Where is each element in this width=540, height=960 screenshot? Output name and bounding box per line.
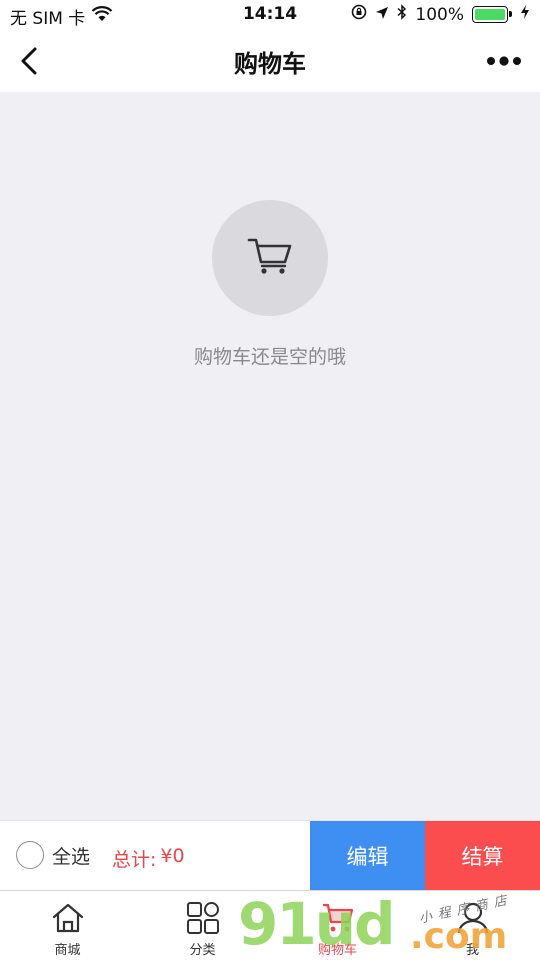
total-price: 总计: ¥0 xyxy=(112,845,185,872)
edit-button[interactable]: 编辑 xyxy=(310,821,425,891)
cart-icon xyxy=(321,901,355,935)
battery-text: 100% xyxy=(415,4,464,25)
select-all-radio[interactable] xyxy=(16,841,44,869)
select-all-label: 全选 xyxy=(52,845,91,868)
tab-bar: 商城 分类 购物车 我 xyxy=(0,890,540,960)
total-value: ¥0 xyxy=(160,845,185,867)
empty-cart-illustration xyxy=(212,200,328,316)
cart-icon xyxy=(247,236,293,280)
tab-label: 我 xyxy=(465,943,479,958)
select-all-toggle[interactable]: 全选 xyxy=(16,841,90,869)
battery-icon xyxy=(472,6,512,23)
status-right: 100% xyxy=(351,4,530,25)
cart-content: 购物车还是空的哦 xyxy=(0,92,540,820)
tab-mall[interactable]: 商城 xyxy=(0,891,135,960)
empty-cart-message: 购物车还是空的哦 xyxy=(193,346,346,368)
total-label: 总计: xyxy=(112,849,157,871)
tab-me[interactable]: 我 xyxy=(405,891,540,960)
bluetooth-icon xyxy=(397,4,407,25)
page-title: 购物车 xyxy=(234,50,306,78)
tab-label: 购物车 xyxy=(317,943,357,958)
home-icon xyxy=(51,901,85,935)
tab-label: 商城 xyxy=(54,943,81,958)
more-dots-icon[interactable] xyxy=(484,48,524,74)
charging-icon xyxy=(520,4,530,25)
checkout-button[interactable]: 结算 xyxy=(425,821,540,891)
cart-action-bar: 全选 总计: ¥0 编辑 结算 xyxy=(0,820,540,891)
category-grid-icon xyxy=(186,901,220,935)
tab-cart[interactable]: 购物车 xyxy=(270,891,405,960)
nav-bar: 购物车 xyxy=(0,30,540,92)
tab-category[interactable]: 分类 xyxy=(135,891,270,960)
status-bar: 无 SIM 卡 14:14 100% xyxy=(0,0,540,30)
tab-label: 分类 xyxy=(189,943,216,958)
user-icon xyxy=(456,901,490,935)
location-arrow-icon xyxy=(375,5,389,25)
rotation-lock-icon xyxy=(351,4,367,25)
